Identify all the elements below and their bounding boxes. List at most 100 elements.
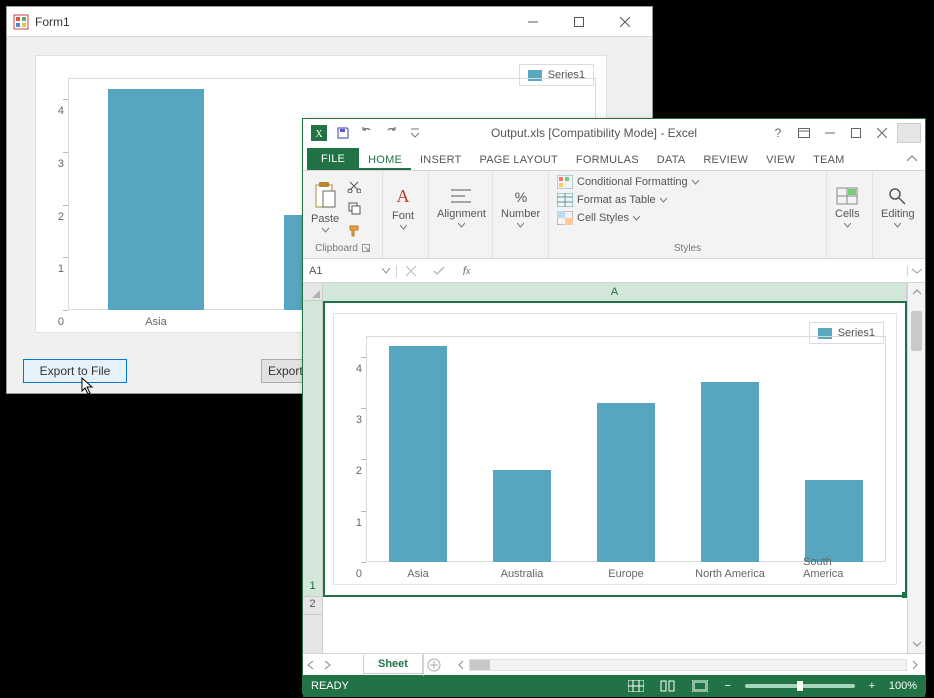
x-axis-label: Asia xyxy=(145,316,166,328)
tab-nav-prev-icon[interactable] xyxy=(303,661,319,669)
ribbon: Paste Clipboard AFont Alignment xyxy=(303,171,925,259)
qat-dropdown-icon[interactable] xyxy=(407,125,423,141)
zoom-in-icon[interactable]: + xyxy=(865,678,879,694)
scroll-thumb[interactable] xyxy=(911,311,922,351)
chart-bar xyxy=(701,382,758,562)
cursor-icon xyxy=(81,377,99,395)
scroll-down-icon[interactable] xyxy=(908,635,925,653)
normal-view-icon[interactable] xyxy=(625,678,647,694)
format-as-table-button[interactable]: Format as Table xyxy=(557,193,667,207)
formula-enter-icon[interactable] xyxy=(425,266,453,276)
zoom-slider-thumb[interactable] xyxy=(797,681,803,691)
chevron-down-icon xyxy=(400,224,407,231)
chevron-down-icon xyxy=(660,197,667,204)
number-label: Number xyxy=(501,208,540,220)
paste-label: Paste xyxy=(311,213,339,225)
horizontal-scrollbar[interactable] xyxy=(451,656,925,674)
new-sheet-button[interactable] xyxy=(423,654,445,676)
minimize-button[interactable] xyxy=(817,122,843,144)
select-all-icon[interactable] xyxy=(303,283,323,301)
page-layout-view-icon[interactable] xyxy=(657,678,679,694)
export-to-file-button[interactable]: Export to File xyxy=(23,359,127,383)
scroll-left-icon[interactable] xyxy=(453,661,469,669)
zoom-level[interactable]: 100% xyxy=(889,680,917,692)
zoom-out-icon[interactable]: − xyxy=(721,678,735,694)
tab-formulas[interactable]: FORMULAS xyxy=(567,150,648,170)
column-header-a[interactable]: A xyxy=(323,283,907,301)
account-avatar-icon[interactable] xyxy=(897,123,921,143)
minimize-button[interactable] xyxy=(510,7,556,37)
save-icon[interactable] xyxy=(335,125,351,141)
number-group-button[interactable]: %Number xyxy=(501,186,540,229)
excel-app-icon: X xyxy=(311,125,327,141)
tab-file[interactable]: FILE xyxy=(307,148,359,170)
help-button[interactable]: ? xyxy=(765,122,791,144)
tab-insert[interactable]: INSERT xyxy=(411,150,470,170)
maximize-button[interactable] xyxy=(843,122,869,144)
row-header-2[interactable]: 2 xyxy=(303,597,322,615)
tab-page-layout[interactable]: PAGE LAYOUT xyxy=(470,150,566,170)
y-axis-tick-label: 4 xyxy=(58,105,64,117)
worksheet[interactable]: A 1 2 Series101234AsiaAustraliaEuropeNor… xyxy=(303,283,925,653)
winform-titlebar[interactable]: Form1 xyxy=(7,7,652,37)
tab-review[interactable]: REVIEW xyxy=(694,150,757,170)
row-header-1[interactable]: 1 xyxy=(303,301,322,597)
vertical-scrollbar[interactable] xyxy=(907,283,925,653)
tab-team[interactable]: TEAM xyxy=(804,150,853,170)
editing-group-button[interactable]: Editing xyxy=(881,186,915,229)
chevron-down-icon xyxy=(844,222,851,229)
redo-icon[interactable] xyxy=(383,125,399,141)
conditional-formatting-button[interactable]: Conditional Formatting xyxy=(557,175,699,189)
scroll-up-icon[interactable] xyxy=(908,283,925,301)
expand-formula-icon[interactable] xyxy=(907,266,925,276)
sheet-tab[interactable]: Sheet xyxy=(363,655,423,674)
alignment-label: Alignment xyxy=(437,208,486,220)
svg-text:X: X xyxy=(315,129,323,140)
insert-function-icon[interactable]: fx xyxy=(453,264,481,278)
close-button[interactable] xyxy=(602,7,648,37)
zoom-slider[interactable] xyxy=(745,684,855,688)
ribbon-display-button[interactable] xyxy=(791,122,817,144)
excel-window: X Output.xls [Compatibility Mode] - Exce… xyxy=(302,118,926,694)
embedded-chart[interactable]: Series101234AsiaAustraliaEuropeNorth Ame… xyxy=(334,314,896,584)
chevron-down-icon xyxy=(894,222,901,229)
cells-group-button[interactable]: Cells xyxy=(835,186,859,229)
collapse-ribbon-icon[interactable] xyxy=(899,148,925,170)
tab-nav-next-icon[interactable] xyxy=(319,661,335,669)
cell-a1-selection[interactable]: Series101234AsiaAustraliaEuropeNorth Ame… xyxy=(323,301,907,597)
y-axis-tick-label: 0 xyxy=(58,316,64,328)
excel-titlebar[interactable]: X Output.xls [Compatibility Mode] - Exce… xyxy=(303,119,925,147)
undo-icon[interactable] xyxy=(359,125,375,141)
tab-data[interactable]: DATA xyxy=(648,150,695,170)
scroll-right-icon[interactable] xyxy=(907,661,923,669)
paste-button[interactable]: Paste xyxy=(311,181,339,234)
cell-styles-icon xyxy=(557,211,573,225)
paste-icon xyxy=(311,181,339,211)
format-painter-icon[interactable] xyxy=(345,221,363,239)
copy-icon[interactable] xyxy=(345,199,363,217)
alignment-group-button[interactable]: Alignment xyxy=(437,186,486,229)
svg-text:A: A xyxy=(397,186,410,206)
cell-styles-button[interactable]: Cell Styles xyxy=(557,211,640,225)
close-button[interactable] xyxy=(869,122,895,144)
hscroll-thumb[interactable] xyxy=(470,660,490,670)
row-headers[interactable]: 1 2 xyxy=(303,301,323,653)
formula-cancel-icon[interactable] xyxy=(397,266,425,276)
font-group-button[interactable]: AFont xyxy=(391,184,415,231)
cut-icon[interactable] xyxy=(345,177,363,195)
chevron-down-icon xyxy=(382,268,390,274)
chevron-down-icon xyxy=(633,215,640,222)
column-headers[interactable]: A xyxy=(323,283,907,301)
y-axis-tick-label: 2 xyxy=(356,465,362,477)
page-break-view-icon[interactable] xyxy=(689,678,711,694)
font-icon: A xyxy=(391,184,415,208)
tab-view[interactable]: VIEW xyxy=(757,150,804,170)
cells-label: Cells xyxy=(835,208,859,220)
styles-group-label: Styles xyxy=(674,243,701,254)
name-box[interactable]: A1 xyxy=(303,265,397,277)
y-axis-tick-label: 2 xyxy=(58,211,64,223)
dialog-launcher-icon[interactable] xyxy=(362,244,370,252)
status-text: READY xyxy=(311,680,349,692)
tab-home[interactable]: HOME xyxy=(359,150,411,170)
maximize-button[interactable] xyxy=(556,7,602,37)
